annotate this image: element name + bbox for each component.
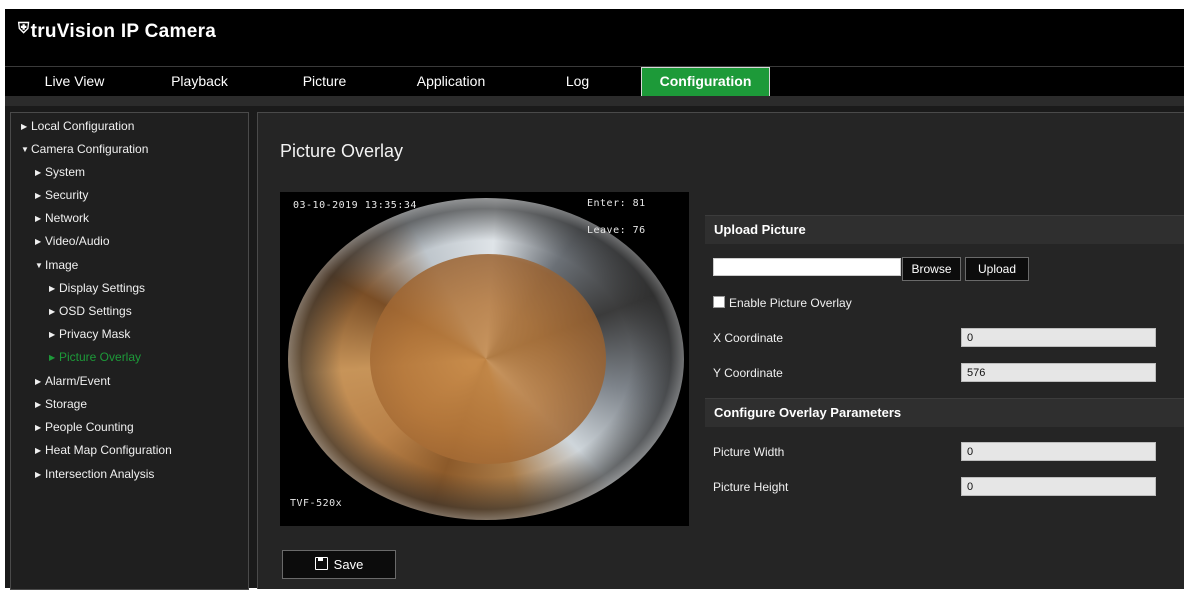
caret-right-icon: ▶	[49, 353, 56, 362]
upload-picture-header: Upload Picture	[705, 215, 1184, 244]
sidebar-item-storage[interactable]: ▶ Storage	[35, 397, 87, 411]
enable-overlay-checkbox[interactable]	[713, 296, 725, 308]
config-sidebar: ▶ Local Configuration ▼ Camera Configurati…	[10, 112, 249, 590]
caret-right-icon: ▶	[35, 400, 42, 409]
overlay-parameters-header: Configure Overlay Parameters	[705, 398, 1184, 427]
sidebar-item-people-counting[interactable]: ▶ People Counting	[35, 420, 134, 434]
app-title: truVision IP Camera	[30, 21, 217, 42]
caret-right-icon: ▶	[35, 237, 42, 246]
main-panel: Picture Overlay 03-10-2019 13:35:34 Ente…	[257, 112, 1184, 589]
sidebar-item-heat-map-configuration[interactable]: ▶ Heat Map Configuration	[35, 443, 172, 457]
caret-right-icon: ▶	[35, 214, 42, 223]
caret-right-icon: ▶	[49, 284, 56, 293]
nav-configuration[interactable]: Configuration	[641, 67, 770, 97]
browse-button[interactable]: Browse	[902, 257, 961, 281]
picture-height-label: Picture Height	[713, 480, 789, 494]
sidebar-item-alarm-event[interactable]: ▶ Alarm/Event	[35, 374, 110, 388]
save-button[interactable]: Save	[282, 550, 396, 579]
camera-preview: 03-10-2019 13:35:34 Enter: 81 Leave: 76 …	[280, 192, 689, 526]
sidebar-item-image[interactable]: ▼ Image	[35, 258, 78, 272]
y-coordinate-label: Y Coordinate	[713, 366, 783, 380]
caret-right-icon: ▶	[49, 330, 56, 339]
sidebar-item-display-settings[interactable]: ▶ Display Settings	[49, 281, 145, 295]
sidebar-item-picture-overlay[interactable]: ▶ Picture Overlay	[49, 350, 141, 364]
caret-right-icon: ▶	[49, 307, 56, 316]
nav-log[interactable]: Log	[520, 67, 635, 97]
x-coordinate-label: X Coordinate	[713, 331, 784, 345]
caret-down-icon: ▼	[35, 261, 43, 270]
osd-camera-name: TVF-520x	[290, 498, 343, 509]
caret-right-icon: ▶	[35, 423, 42, 432]
page-title: Picture Overlay	[280, 141, 404, 161]
file-path-input[interactable]	[713, 258, 901, 276]
sidebar-item-video-audio[interactable]: ▶ Video/Audio	[35, 234, 110, 248]
caret-down-icon: ▼	[21, 145, 29, 154]
upload-button[interactable]: Upload	[965, 257, 1029, 281]
osd-enter-count: Enter: 81	[587, 198, 646, 209]
sidebar-item-intersection-analysis[interactable]: ▶ Intersection Analysis	[35, 467, 154, 481]
caret-right-icon: ▶	[35, 191, 42, 200]
sidebar-item-system[interactable]: ▶ System	[35, 165, 85, 179]
sidebar-item-network[interactable]: ▶ Network	[35, 211, 89, 225]
sidebar-item-security[interactable]: ▶ Security	[35, 188, 88, 202]
caret-right-icon: ▶	[35, 470, 42, 479]
x-coordinate-input[interactable]: 0	[961, 328, 1156, 347]
sidebar-item-camera-configuration[interactable]: ▼ Camera Configuration	[21, 142, 148, 156]
y-coordinate-input[interactable]: 576	[961, 363, 1156, 382]
fisheye-image	[288, 198, 684, 520]
caret-right-icon: ▶	[35, 446, 42, 455]
nav-application[interactable]: Application	[392, 67, 510, 97]
main-nav: Live View Playback Picture Application L…	[5, 66, 1184, 97]
enable-overlay-label: Enable Picture Overlay	[729, 296, 852, 310]
camera-web-app: ⛨truVision IP Camera Live View Playback …	[5, 9, 1184, 590]
osd-leave-count: Leave: 76	[587, 225, 646, 236]
nav-divider	[5, 96, 1184, 106]
sidebar-item-privacy-mask[interactable]: ▶ Privacy Mask	[49, 327, 130, 341]
sidebar-item-osd-settings[interactable]: ▶ OSD Settings	[49, 304, 132, 318]
nav-live-view[interactable]: Live View	[7, 67, 142, 97]
caret-right-icon: ▶	[35, 168, 42, 177]
header: ⛨truVision IP Camera	[5, 9, 1184, 66]
picture-height-input[interactable]: 0	[961, 477, 1156, 496]
sidebar-item-local-configuration[interactable]: ▶ Local Configuration	[21, 119, 134, 133]
caret-right-icon: ▶	[21, 122, 28, 131]
fisheye-floor	[370, 254, 606, 464]
brand-logo: ⛨truVision IP Camera	[18, 20, 216, 43]
picture-width-label: Picture Width	[713, 445, 785, 459]
save-disk-icon	[314, 557, 328, 570]
caret-right-icon: ▶	[35, 377, 42, 386]
picture-width-input[interactable]: 0	[961, 442, 1156, 461]
nav-picture[interactable]: Picture	[267, 67, 382, 97]
truvision-logo-icon: ⛨	[18, 20, 30, 37]
osd-datetime: 03-10-2019 13:35:34	[293, 200, 417, 211]
nav-playback[interactable]: Playback	[142, 67, 257, 97]
enable-overlay-row: Enable Picture Overlay	[713, 296, 852, 310]
